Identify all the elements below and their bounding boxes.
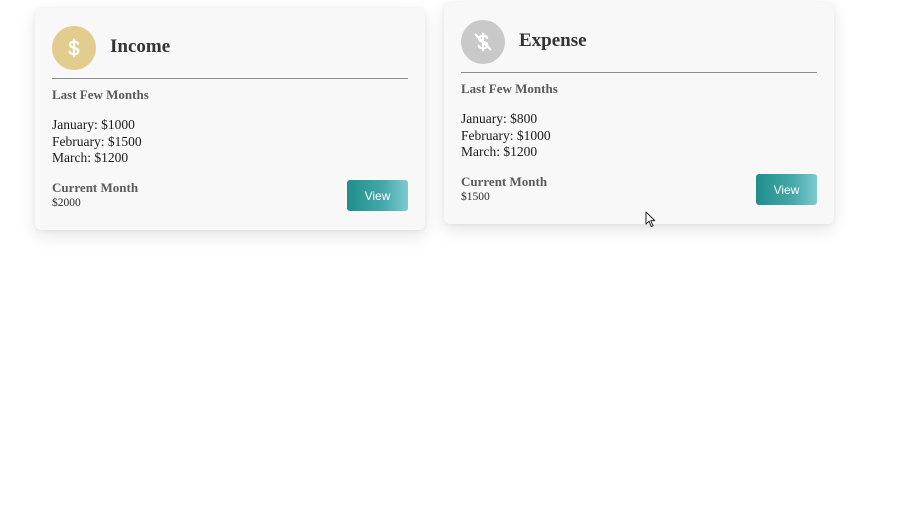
dollar-icon: [52, 26, 96, 70]
card-title: Income: [110, 36, 171, 57]
list-item: March: $1200: [52, 150, 129, 165]
months-list: January: $800 February: $1000 March: $12…: [461, 111, 551, 161]
list-item: February: $1000: [461, 127, 551, 143]
dollar-off-icon: [461, 20, 505, 64]
card-header: Income: [52, 26, 408, 79]
dashboard: Income Last Few Months January: $1000 Fe…: [0, 0, 923, 524]
section-title: Last Few Months: [52, 87, 149, 102]
view-button[interactable]: View: [756, 174, 817, 205]
months-list: January: $1000 February: $1500 March: $1…: [52, 117, 142, 167]
section-title: Last Few Months: [461, 81, 558, 96]
card-title: Expense: [519, 30, 587, 51]
expense-card: Expense Last Few Months January: $800 Fe…: [444, 2, 834, 224]
list-item: January: $800: [461, 111, 538, 126]
view-button[interactable]: View: [347, 180, 408, 211]
list-item: March: $1200: [461, 144, 538, 159]
list-item: January: $1000: [52, 117, 135, 132]
card-header: Expense: [461, 20, 817, 73]
current-month-label: Current Month: [461, 174, 548, 189]
mouse-cursor-icon: [645, 211, 656, 227]
current-month-value: $2000: [52, 197, 81, 209]
current-month-value: $1500: [461, 191, 490, 203]
current-month-label: Current Month: [52, 180, 139, 195]
income-card: Income Last Few Months January: $1000 Fe…: [35, 8, 425, 230]
list-item: February: $1500: [52, 133, 142, 149]
